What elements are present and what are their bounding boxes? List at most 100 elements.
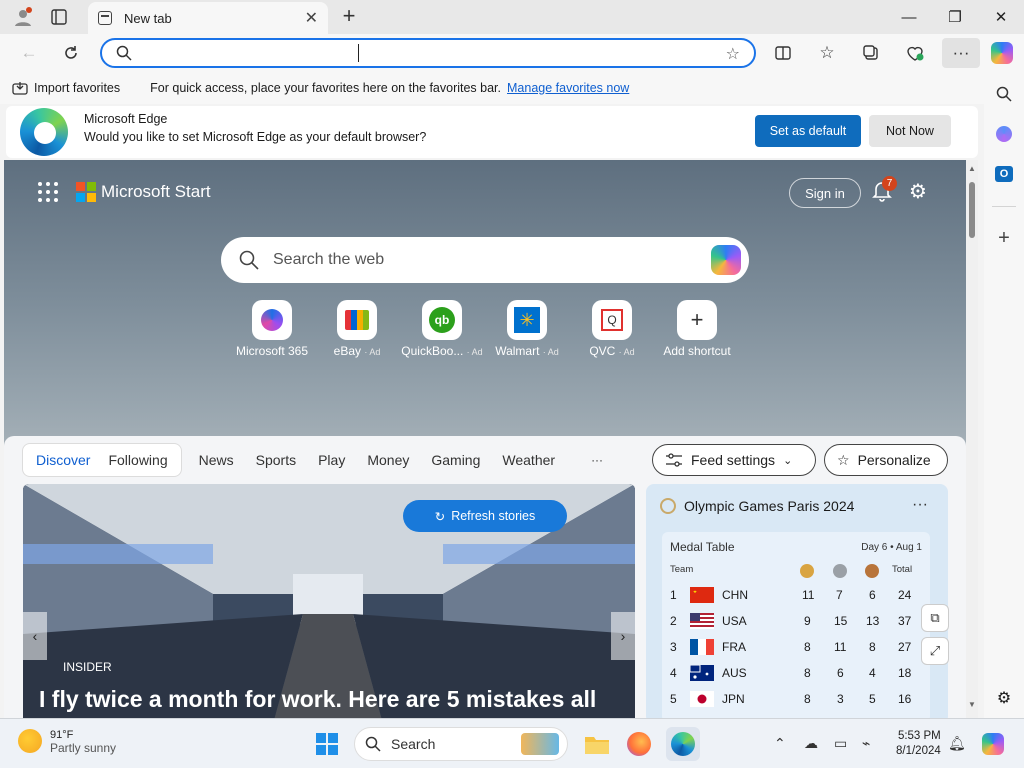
file-explorer-icon[interactable]: [580, 727, 614, 761]
hero-story-card[interactable]: ↻ Refresh stories ‹ › INSIDER I fly twic…: [23, 484, 635, 718]
import-favorites-label: Import favorites: [34, 81, 121, 95]
firefox-icon[interactable]: [622, 727, 656, 761]
scroll-up-icon[interactable]: ▲: [967, 164, 977, 173]
refresh-stories-button[interactable]: ↻ Refresh stories: [403, 500, 567, 532]
address-bar[interactable]: ☆: [100, 38, 756, 68]
set-as-default-button[interactable]: Set as default: [755, 115, 861, 147]
scroll-down-icon[interactable]: ▼: [967, 700, 977, 709]
import-favorites-button[interactable]: Import favorites: [12, 81, 120, 95]
tab-close-icon[interactable]: ✕: [305, 8, 318, 28]
profile-icon[interactable]: [4, 0, 42, 34]
manage-favorites-link[interactable]: Manage favorites now: [507, 81, 629, 95]
tab-play[interactable]: Play: [309, 443, 354, 477]
medal-table-title: Medal Table: [670, 540, 735, 554]
banner-title: Microsoft Edge: [84, 112, 168, 126]
sign-in-button[interactable]: Sign in: [789, 178, 861, 208]
col-team: Team: [670, 564, 694, 575]
collections-icon[interactable]: [856, 38, 886, 68]
page-scrollbar[interactable]: ▲ ▼: [966, 160, 978, 718]
notifications-bell-icon[interactable]: 7: [870, 176, 897, 206]
weather-widget[interactable]: 91°F Partly sunny: [18, 729, 116, 755]
olympics-header[interactable]: Olympic Games Paris 2024: [660, 498, 854, 514]
shortcut-qvc[interactable]: Q QVC · Ad: [567, 300, 657, 358]
feedback-icon[interactable]: ⧉: [921, 604, 949, 632]
microsoft-start-brand[interactable]: Microsoft Start: [101, 182, 211, 202]
next-story-button[interactable]: ›: [611, 612, 635, 660]
bronze-medal-icon: [865, 564, 879, 578]
page-settings-gear-icon[interactable]: ⚙: [909, 179, 927, 204]
minimize-button[interactable]: —: [886, 0, 932, 34]
table-row[interactable]: 3 FRA 8 11 8 27: [662, 636, 930, 658]
shortcut-microsoft-365[interactable]: Microsoft 365: [227, 300, 317, 358]
app-launcher-icon[interactable]: [38, 182, 58, 202]
split-screen-icon[interactable]: [768, 38, 798, 68]
refresh-stories-label: Refresh stories: [451, 509, 536, 523]
personalize-button[interactable]: ☆ Personalize: [824, 444, 948, 476]
previous-story-button[interactable]: ‹: [23, 612, 47, 660]
address-toolbar: ← ☆ ☆ ···: [0, 34, 1024, 72]
close-window-button[interactable]: ✕: [978, 0, 1024, 34]
notification-badge: 7: [882, 176, 897, 191]
windows-start-icon[interactable]: [310, 727, 344, 761]
shortcut-label: QVC: [589, 344, 616, 358]
taskbar-search[interactable]: Search: [354, 727, 568, 761]
sidebar-copilot-icon[interactable]: [992, 122, 1016, 146]
network-icon[interactable]: ⌁: [862, 735, 870, 752]
tab-news[interactable]: News: [190, 443, 243, 477]
medal-table-day: Day 6 • Aug 1: [861, 542, 922, 553]
taskbar-search-label: Search: [391, 736, 436, 752]
restore-button[interactable]: ❐: [932, 0, 978, 34]
col-total: Total: [892, 564, 913, 575]
scrollbar-thumb[interactable]: [969, 182, 975, 238]
edge-taskbar-icon[interactable]: [666, 727, 700, 761]
favorites-icon[interactable]: ☆: [812, 38, 842, 68]
table-row[interactable]: 4 AUS 8 6 4 18: [662, 662, 930, 684]
refresh-icon[interactable]: [56, 38, 86, 68]
settings-more-button[interactable]: ···: [942, 38, 980, 68]
tab-weather[interactable]: Weather: [493, 443, 564, 477]
sidebar-settings-icon[interactable]: ⚙: [992, 686, 1016, 710]
sidebar-add-icon[interactable]: +: [992, 226, 1016, 250]
tab-following[interactable]: Following: [99, 443, 176, 477]
table-row[interactable]: 1 CHN 11 7 6 24: [662, 584, 930, 606]
tab-discover[interactable]: Discover: [27, 443, 99, 477]
shortcut-label: eBay: [333, 344, 361, 358]
show-hidden-icons[interactable]: ⌃: [774, 735, 786, 752]
display-icon[interactable]: ▭: [834, 735, 847, 752]
taskbar-clock[interactable]: 5:53 PM 8/1/2024: [896, 729, 941, 759]
story-headline[interactable]: I fly twice a month for work. Here are 5…: [39, 686, 596, 713]
plus-icon: +: [677, 300, 717, 340]
shortcut-quickbooks[interactable]: qb QuickBoo... · Ad: [397, 300, 487, 358]
japan-flag-icon: [690, 691, 714, 707]
copilot-icon[interactable]: [987, 38, 1017, 68]
shortcut-walmart[interactable]: ✳ Walmart · Ad: [482, 300, 572, 358]
table-row[interactable]: 5 JPN 8 3 5 16: [662, 688, 930, 710]
feed-settings-button[interactable]: Feed settings ⌄: [652, 444, 816, 476]
tab-gaming[interactable]: Gaming: [422, 443, 489, 477]
cloud-sync-icon[interactable]: ☁: [804, 735, 818, 752]
medal-table[interactable]: Medal Table Day 6 • Aug 1 Team Total 1 C…: [662, 532, 930, 718]
new-tab-button[interactable]: +: [338, 4, 360, 30]
favorites-bar-message: For quick access, place your favorites h…: [150, 81, 502, 95]
tab-actions-icon[interactable]: [40, 0, 78, 34]
table-row[interactable]: 2 USA 9 15 13 37: [662, 610, 930, 632]
new-tab-icon: [98, 11, 112, 25]
web-search-box[interactable]: Search the web: [221, 237, 749, 283]
tab-money[interactable]: Money: [358, 443, 418, 477]
more-tabs-button[interactable]: ···: [582, 443, 612, 477]
notifications-icon[interactable]: 🔔︎: [948, 735, 966, 752]
olympics-more-icon[interactable]: ···: [912, 496, 928, 514]
browser-essentials-icon[interactable]: [900, 38, 930, 68]
not-now-button[interactable]: Not Now: [869, 115, 951, 147]
back-icon[interactable]: ←: [14, 38, 44, 68]
tab-sports[interactable]: Sports: [247, 443, 305, 477]
favorite-star-icon[interactable]: ☆: [726, 44, 740, 64]
shortcut-ebay[interactable]: eBay · Ad: [312, 300, 402, 358]
add-shortcut-button[interactable]: + Add shortcut: [652, 300, 742, 358]
expand-icon[interactable]: ⤢: [921, 637, 949, 665]
copilot-search-icon[interactable]: [711, 245, 741, 275]
sidebar-search-icon[interactable]: [992, 82, 1016, 106]
copilot-taskbar-icon[interactable]: [976, 727, 1010, 761]
sidebar-outlook-icon[interactable]: O: [992, 162, 1016, 186]
tab-new-tab[interactable]: New tab ✕: [88, 2, 328, 34]
